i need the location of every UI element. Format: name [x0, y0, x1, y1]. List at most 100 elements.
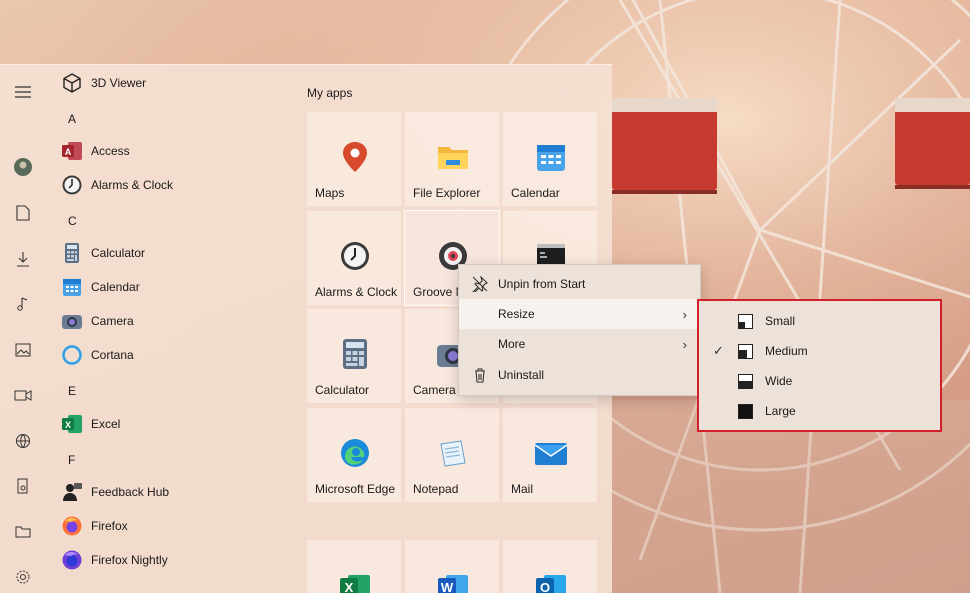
- tile-notepad[interactable]: Notepad: [405, 408, 499, 502]
- letter-header-a[interactable]: A: [68, 112, 76, 126]
- app-label: Calendar: [91, 280, 140, 294]
- camera-icon: [59, 308, 85, 334]
- unpin-icon: [472, 276, 488, 292]
- tile-label: File Explorer: [413, 186, 481, 200]
- app-label: 3D Viewer: [91, 76, 147, 90]
- edge-icon: [338, 436, 372, 470]
- tile-microsoft-edge[interactable]: Microsoft Edge: [307, 408, 401, 502]
- resize-option-medium[interactable]: ✓ Medium: [699, 336, 940, 366]
- tile-label: Camera: [413, 383, 456, 397]
- tile-label: Microsoft Edge: [315, 482, 396, 496]
- user-avatar-icon[interactable]: [9, 153, 37, 181]
- network-icon[interactable]: [9, 427, 37, 455]
- tile-label: Mail: [511, 482, 534, 496]
- menu-icon[interactable]: [9, 78, 37, 106]
- tile-label: Notepad: [413, 482, 459, 496]
- tile-alarms-clock[interactable]: Alarms & Clock: [307, 211, 401, 305]
- app-item-firefox-nightly[interactable]: Firefox Nightly: [56, 545, 276, 575]
- app-item-feedback-hub[interactable]: Feedback Hub: [56, 477, 276, 507]
- svg-text:X: X: [65, 420, 71, 430]
- tile-excel[interactable]: X: [307, 540, 401, 593]
- firefox-icon: [59, 513, 85, 539]
- start-rail: [0, 65, 46, 593]
- chevron-right-icon: ›: [682, 336, 687, 352]
- calculator-icon: [338, 337, 372, 371]
- app-label: Excel: [91, 417, 121, 431]
- tile-mail[interactable]: Mail: [503, 408, 597, 502]
- app-item-calculator[interactable]: Calculator: [56, 238, 276, 268]
- resize-option-label: Wide: [765, 374, 793, 388]
- tile-label: Maps: [315, 186, 345, 200]
- tile-calculator[interactable]: Calculator: [307, 309, 401, 403]
- app-item-camera[interactable]: Camera: [56, 306, 276, 336]
- app-item-firefox[interactable]: Firefox: [56, 511, 276, 541]
- svg-text:A: A: [65, 147, 72, 157]
- pictures-icon[interactable]: [9, 336, 37, 364]
- menu-item-label: Unpin from Start: [498, 277, 586, 291]
- app-item-excel[interactable]: X Excel: [56, 409, 276, 439]
- clock-icon: [338, 239, 372, 273]
- folder-icon: [436, 140, 470, 174]
- resize-option-label: Large: [765, 404, 796, 418]
- excel-icon: X: [338, 570, 372, 593]
- app-label: Camera: [91, 314, 134, 328]
- cortana-icon: [59, 342, 85, 368]
- menu-item-more[interactable]: More ›: [459, 329, 700, 359]
- resize-option-large[interactable]: Large: [699, 396, 940, 426]
- size-large-icon: [738, 404, 753, 419]
- app-item-3d-viewer[interactable]: 3D Viewer: [56, 68, 276, 98]
- firefox-nightly-icon: [59, 547, 85, 573]
- trash-icon: [475, 368, 485, 383]
- resize-option-label: Small: [765, 314, 796, 328]
- app-label: Firefox Nightly: [91, 553, 168, 567]
- app-label: Firefox: [91, 519, 128, 533]
- app-label: Feedback Hub: [91, 485, 170, 499]
- app-item-calendar[interactable]: Calendar: [56, 272, 276, 302]
- tile-label: Calendar: [511, 186, 560, 200]
- cube-icon: [59, 70, 85, 96]
- music-icon[interactable]: [9, 290, 37, 318]
- outlook-icon: O: [534, 570, 568, 593]
- file-explorer-icon[interactable]: [9, 517, 37, 545]
- size-medium-icon: [738, 344, 753, 359]
- videos-icon[interactable]: [9, 381, 37, 409]
- tile-group-title[interactable]: My apps: [307, 86, 352, 100]
- svg-text:W: W: [441, 580, 454, 593]
- letter-header-e[interactable]: E: [68, 384, 76, 398]
- tile-file-explorer[interactable]: File Explorer: [405, 112, 499, 206]
- calculator-icon: [59, 240, 85, 266]
- access-icon: A: [59, 138, 85, 164]
- app-list: 3D Viewer A A Access Alarms & Clock C Ca…: [56, 65, 286, 593]
- app-label: Calculator: [91, 246, 146, 260]
- svg-text:O: O: [540, 580, 550, 593]
- tile-label: Calculator: [315, 383, 370, 397]
- app-item-access[interactable]: A Access: [56, 136, 276, 166]
- resize-option-wide[interactable]: Wide: [699, 366, 940, 396]
- letter-header-c[interactable]: C: [68, 214, 77, 228]
- app-label: Alarms & Clock: [91, 178, 174, 192]
- notepad-icon: [436, 436, 470, 470]
- menu-item-uninstall[interactable]: Uninstall: [459, 360, 700, 390]
- resize-option-small[interactable]: Small: [699, 306, 940, 336]
- tile-context-menu: Unpin from Start Resize › More › Uninsta…: [458, 264, 701, 396]
- excel-icon: X: [59, 411, 85, 437]
- settings-icon[interactable]: [9, 563, 37, 591]
- size-wide-icon: [738, 374, 753, 389]
- app-item-cortana[interactable]: Cortana: [56, 340, 276, 370]
- tile-calendar[interactable]: Calendar: [503, 112, 597, 206]
- tile-word[interactable]: W: [405, 540, 499, 593]
- size-small-icon: [738, 314, 753, 329]
- menu-item-label: More: [498, 337, 526, 351]
- download-icon[interactable]: [9, 245, 37, 273]
- letter-header-f[interactable]: F: [68, 453, 75, 467]
- personal-folder-icon[interactable]: [9, 472, 37, 500]
- menu-item-resize[interactable]: Resize ›: [459, 299, 700, 329]
- document-icon[interactable]: [9, 199, 37, 227]
- tile-maps[interactable]: Maps: [307, 112, 401, 206]
- menu-item-unpin[interactable]: Unpin from Start: [459, 269, 700, 299]
- tile-outlook[interactable]: O: [503, 540, 597, 593]
- app-item-alarms-clock[interactable]: Alarms & Clock: [56, 170, 276, 200]
- feedback-icon: [59, 479, 85, 505]
- tile-label: Alarms & Clock: [315, 285, 398, 299]
- maps-icon: [338, 140, 372, 174]
